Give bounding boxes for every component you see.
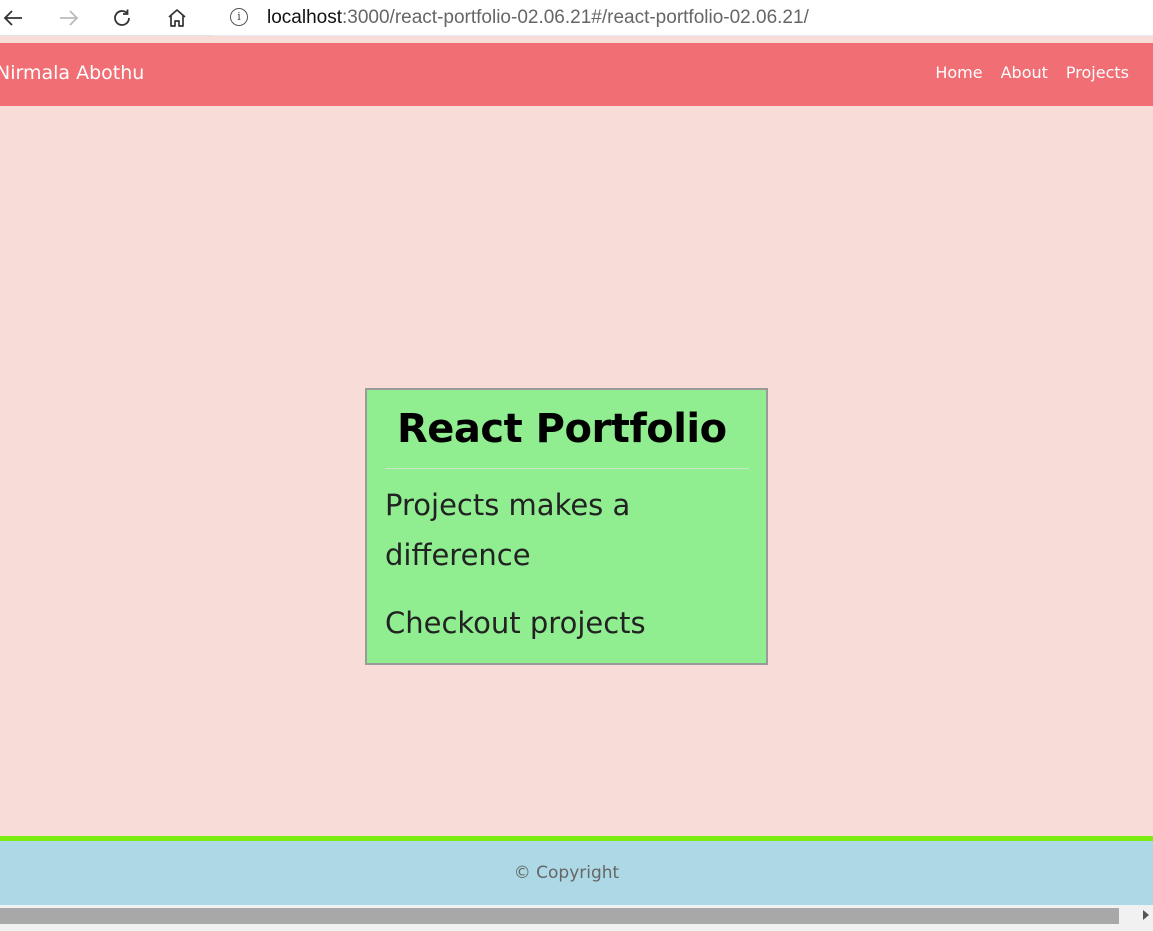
- url-text[interactable]: localhost:3000/react-portfolio-02.06.21#…: [267, 7, 809, 29]
- scrollbar-thumb[interactable]: [0, 908, 1119, 924]
- site-info-icon[interactable]: i: [230, 8, 248, 26]
- hero-card: React Portfolio Projects makes a differe…: [365, 388, 768, 665]
- nav-link-about[interactable]: About: [1001, 63, 1048, 82]
- scroll-right-arrow-icon[interactable]: [1143, 910, 1149, 920]
- browser-toolbar: i localhost:3000/react-portfolio-02.06.2…: [0, 0, 1153, 36]
- address-bar[interactable]: i localhost:3000/react-portfolio-02.06.2…: [212, 0, 1153, 36]
- horizontal-scrollbar[interactable]: [0, 905, 1153, 931]
- reload-icon[interactable]: [108, 4, 136, 32]
- nav-links: Home About Projects: [935, 63, 1129, 82]
- forward-arrow-icon[interactable]: [54, 4, 82, 32]
- copyright-text: © Copyright: [513, 863, 620, 883]
- checkout-projects-link[interactable]: Checkout projects: [385, 598, 646, 648]
- url-path: :3000/react-portfolio-02.06.21#/react-po…: [342, 7, 809, 28]
- nav-link-projects[interactable]: Projects: [1066, 63, 1129, 82]
- card-divider: [385, 468, 749, 469]
- home-icon[interactable]: [163, 4, 191, 32]
- nav-link-home[interactable]: Home: [935, 63, 982, 82]
- card-text: Projects makes a difference: [385, 488, 631, 572]
- footer: © Copyright: [0, 841, 1153, 905]
- brand-name[interactable]: Nirmala Abothu: [0, 62, 144, 84]
- back-arrow-icon[interactable]: [0, 4, 28, 32]
- url-host: localhost: [267, 7, 342, 28]
- site-navbar: Nirmala Abothu Home About Projects: [0, 43, 1153, 106]
- card-title: React Portfolio: [397, 406, 727, 452]
